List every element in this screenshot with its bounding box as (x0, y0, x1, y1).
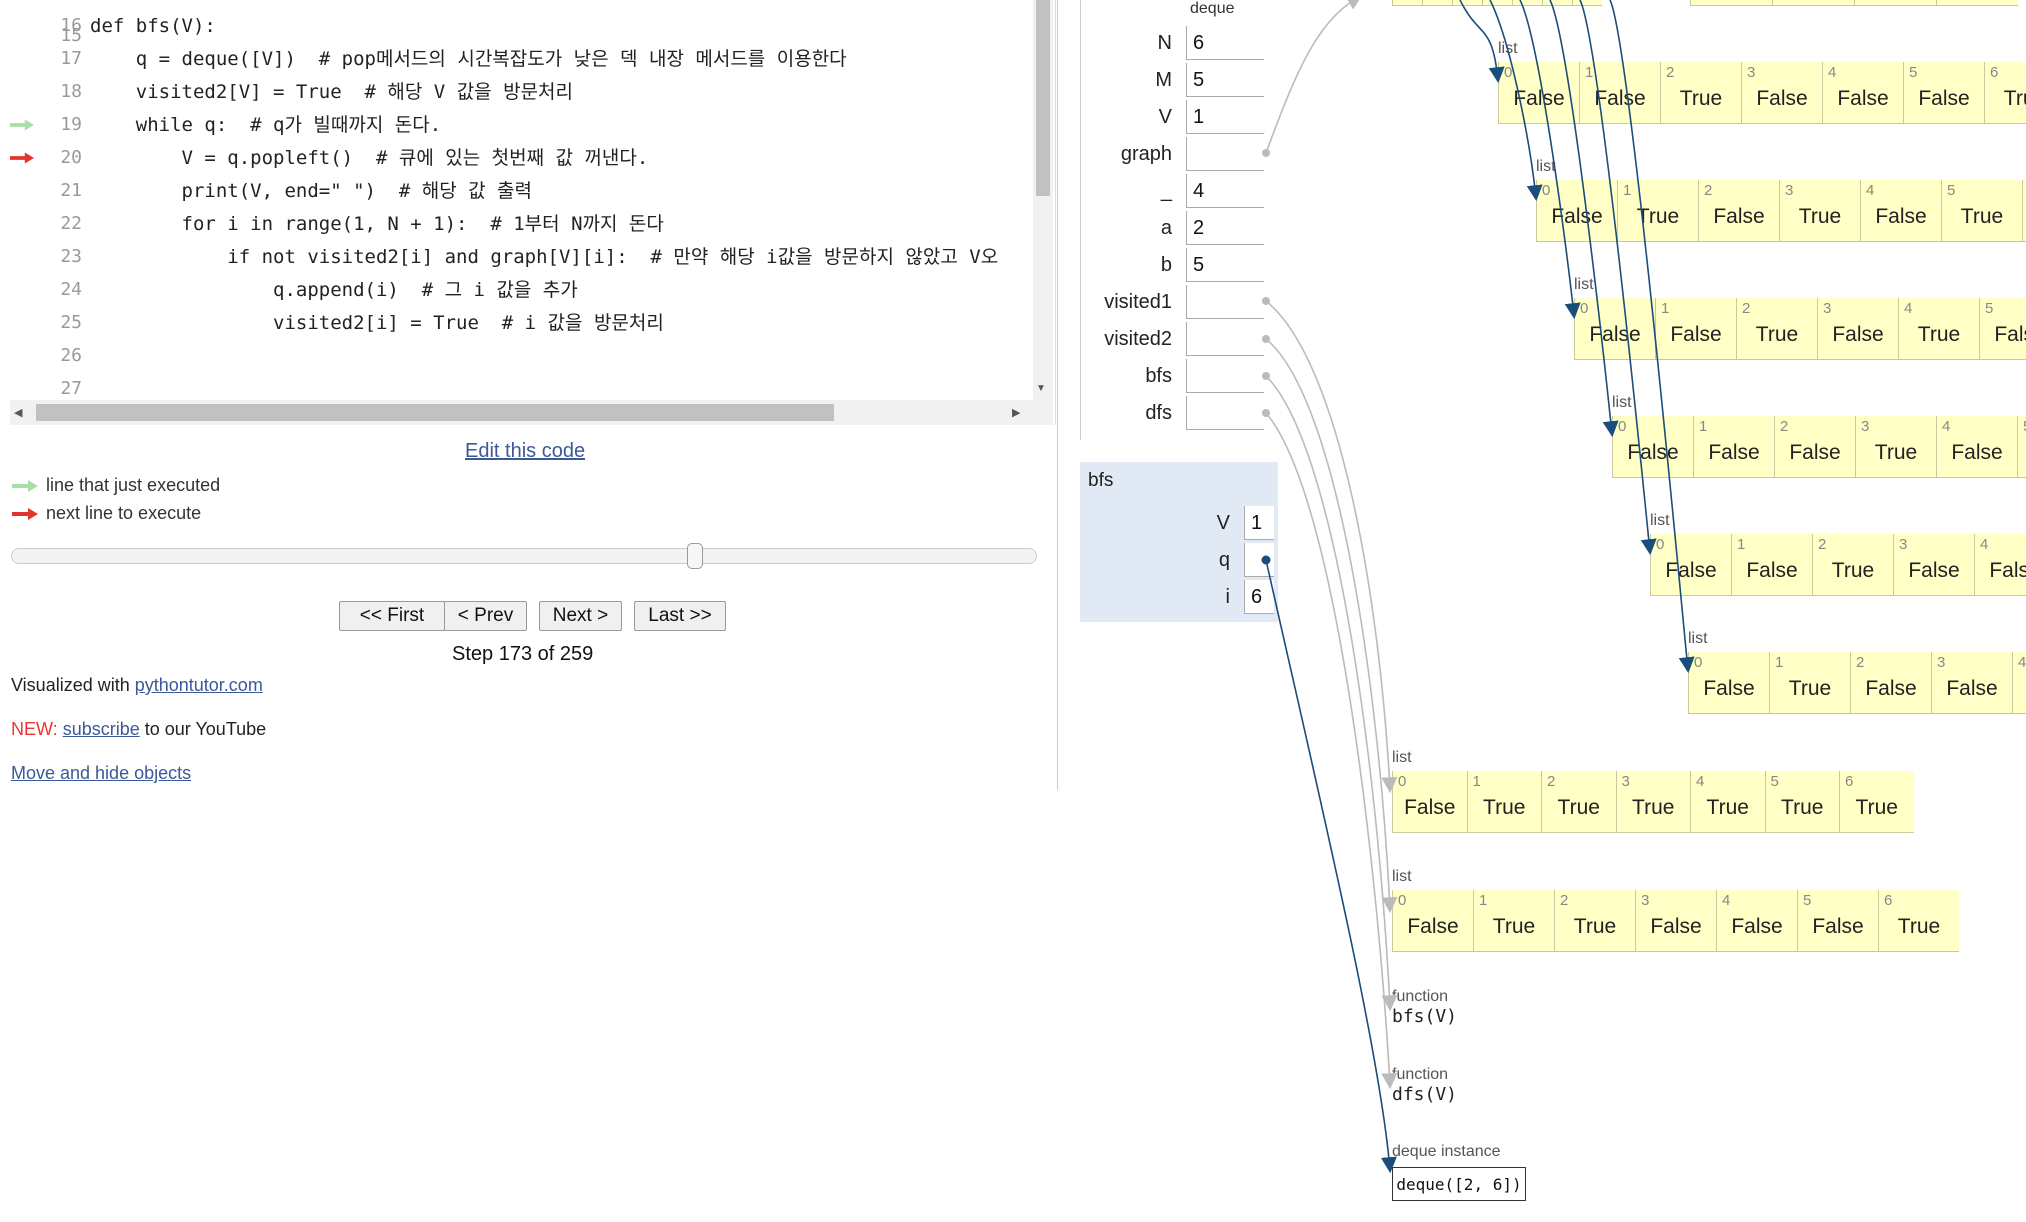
graph-row-pointer-arrow (1609, 0, 1695, 674)
dfs-pointer-arrow (1265, 412, 1398, 1090)
visited1-pointer-arrow (1265, 300, 1398, 794)
pointer-arrows (1261, 0, 1695, 1174)
graph-pointer-arrow (1265, 0, 1363, 154)
graph-row-pointer-arrow (1459, 0, 1505, 84)
graph-row-pointer-arrow (1519, 0, 1581, 320)
graph-row-pointer-arrow (1579, 0, 1657, 556)
visited2-pointer-arrow (1265, 338, 1398, 914)
graph-row-pointer-arrow (1549, 0, 1619, 438)
